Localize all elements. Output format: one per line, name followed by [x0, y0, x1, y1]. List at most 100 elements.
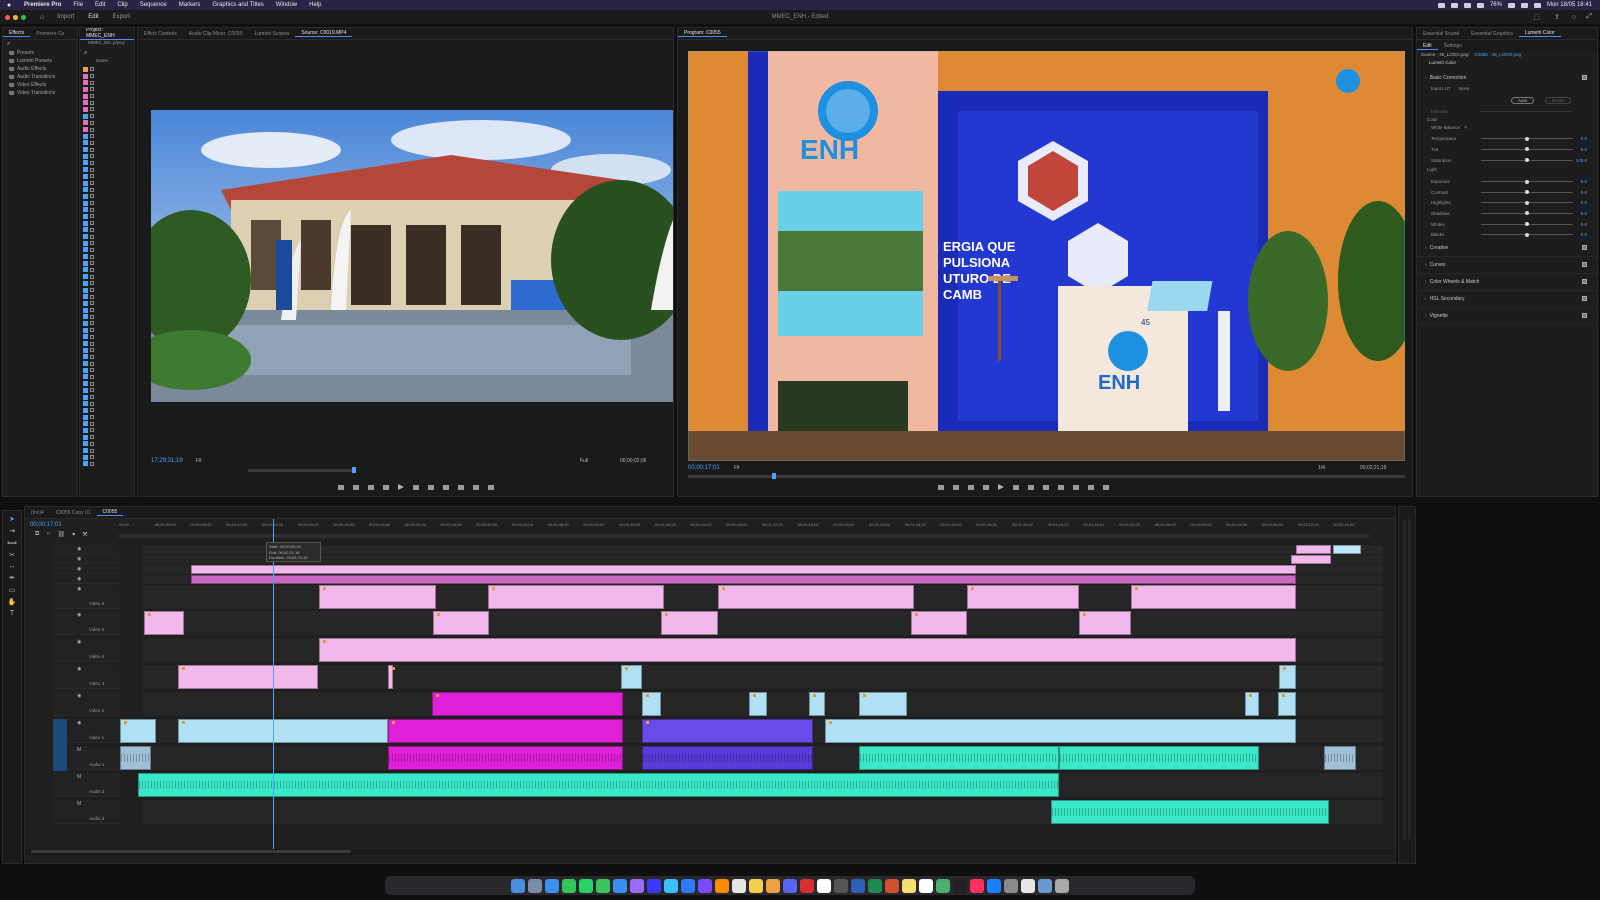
project-item[interactable]: [80, 267, 134, 274]
mute-icon[interactable]: M: [77, 801, 81, 807]
label-color-swatch[interactable]: [83, 280, 88, 286]
project-item[interactable]: [80, 380, 134, 387]
whites-slider[interactable]: Whites 0.0: [1417, 219, 1597, 230]
project-item[interactable]: [80, 420, 134, 427]
project-item[interactable]: [80, 99, 134, 106]
tab-essential-graphics[interactable]: Essential Graphics: [1465, 31, 1519, 37]
dock-photos-icon[interactable]: [766, 878, 780, 893]
dock-ae-icon[interactable]: [630, 878, 644, 893]
label-color-swatch[interactable]: [83, 220, 88, 226]
label-color-swatch[interactable]: [83, 113, 88, 119]
tree-audio-transitions[interactable]: Audio Transitions: [3, 73, 77, 81]
track-lane[interactable]: [143, 692, 1383, 716]
video-clip[interactable]: [1131, 585, 1296, 609]
label-color-swatch[interactable]: [83, 140, 88, 146]
track-lane[interactable]: [143, 585, 1383, 609]
project-item[interactable]: [80, 280, 134, 287]
source-playhead-timecode[interactable]: 17;29;31;19: [151, 458, 183, 464]
project-item[interactable]: [80, 73, 134, 80]
project-item[interactable]: [80, 247, 134, 254]
program-video-frame[interactable]: ENH ERGIA QUE PULSIONA UTURO DE CAMB ENH…: [688, 51, 1405, 461]
project-item[interactable]: [80, 79, 134, 86]
status-icon[interactable]: [1463, 2, 1471, 8]
lumetri-effect-select[interactable]: Lumetri Color: [1417, 60, 1597, 69]
dock-calculator-icon[interactable]: [834, 878, 848, 893]
project-item[interactable]: [80, 260, 134, 267]
timeline-timecode[interactable]: 00;00;17;01: [30, 522, 62, 528]
play-button[interactable]: [398, 484, 404, 490]
zoom-window-button[interactable]: [21, 14, 26, 20]
menu-markers[interactable]: Markers: [173, 2, 207, 8]
dock-music-icon[interactable]: [970, 878, 984, 893]
section-creative[interactable]: Creative: [1417, 240, 1597, 257]
video-clip[interactable]: [144, 611, 184, 635]
menu-app-name[interactable]: Premiere Pro: [18, 2, 67, 8]
slider-value[interactable]: 0.0: [1581, 200, 1587, 205]
label-color-swatch[interactable]: [83, 401, 88, 407]
dock-maps-icon[interactable]: [936, 878, 950, 893]
label-color-swatch[interactable]: [83, 427, 88, 433]
effects-search[interactable]: ⌕: [3, 40, 77, 49]
nest-icon[interactable]: ⧉: [35, 531, 39, 538]
slider-track[interactable]: [1481, 222, 1573, 227]
slider-track[interactable]: [1481, 158, 1573, 163]
label-color-swatch[interactable]: [83, 80, 88, 86]
track-lane[interactable]: [143, 611, 1383, 635]
slider-value[interactable]: 100.0: [1576, 158, 1587, 163]
project-item[interactable]: [80, 213, 134, 220]
dock-settings-icon[interactable]: [1004, 878, 1018, 893]
dock-excel-icon[interactable]: [868, 878, 882, 893]
project-item[interactable]: [80, 146, 134, 153]
video-clip[interactable]: [432, 692, 623, 716]
label-color-swatch[interactable]: [83, 93, 88, 99]
selection-tool-icon[interactable]: ➤: [9, 515, 15, 523]
section-curves[interactable]: Curves: [1417, 257, 1597, 274]
track-lane[interactable]: [143, 565, 1383, 574]
checkbox[interactable]: [1582, 262, 1587, 268]
label-color-swatch[interactable]: [83, 133, 88, 139]
label-color-swatch[interactable]: [83, 167, 88, 173]
project-item[interactable]: [80, 153, 134, 160]
project-item[interactable]: [80, 140, 134, 147]
menu-window[interactable]: Window: [270, 2, 303, 8]
label-color-swatch[interactable]: [83, 187, 88, 193]
dock-discord-icon[interactable]: [783, 878, 797, 893]
project-item[interactable]: [80, 447, 134, 454]
source-video-frame[interactable]: [151, 110, 673, 402]
project-item[interactable]: [80, 193, 134, 200]
menu-graphics[interactable]: Graphics and Titles: [206, 2, 269, 8]
slider-knob[interactable]: [1525, 200, 1529, 205]
track-lane[interactable]: [143, 555, 1383, 564]
project-item[interactable]: [80, 133, 134, 140]
overwrite-button[interactable]: [458, 484, 464, 490]
tab-project[interactable]: Project: MMEC_ENH: [80, 28, 134, 40]
track-lane[interactable]: [138, 773, 1383, 797]
label-color-swatch[interactable]: [83, 207, 88, 213]
tab-lumetri-edit[interactable]: Edit: [1417, 43, 1438, 50]
audio-clip[interactable]: [120, 746, 151, 770]
dock-notes2-icon[interactable]: [902, 878, 916, 893]
temperature-slider[interactable]: Temperature 0.0: [1417, 134, 1597, 145]
color-subsection[interactable]: Color: [1417, 117, 1597, 125]
mark-in-button[interactable]: [938, 484, 944, 490]
checkbox[interactable]: [1582, 75, 1587, 80]
mark-out-button[interactable]: [953, 484, 959, 490]
tree-audio-effects[interactable]: Audio Effects: [3, 65, 77, 73]
label-color-swatch[interactable]: [83, 173, 88, 179]
project-item[interactable]: [80, 334, 134, 341]
time-ruler[interactable]: 00;00 00;00;04;00 00;00;08;00 00;00;12;00 00…: [119, 522, 1369, 532]
pen-tool-icon[interactable]: ✒: [9, 574, 15, 582]
label-color-swatch[interactable]: [83, 153, 88, 159]
dock-safari-icon[interactable]: [545, 878, 559, 893]
mute-icon[interactable]: M: [77, 747, 81, 753]
project-item[interactable]: [80, 253, 134, 260]
label-color-swatch[interactable]: [83, 448, 88, 454]
video-clip[interactable]: [178, 719, 388, 743]
audio-clip[interactable]: [138, 773, 1059, 797]
slider-knob[interactable]: [1525, 136, 1529, 141]
label-color-swatch[interactable]: [83, 180, 88, 186]
export-frame-button[interactable]: [473, 484, 479, 490]
label-color-swatch[interactable]: [83, 314, 88, 320]
tree-video-effects[interactable]: Video Effects: [3, 81, 77, 89]
slider-value[interactable]: 0.0: [1581, 136, 1587, 141]
